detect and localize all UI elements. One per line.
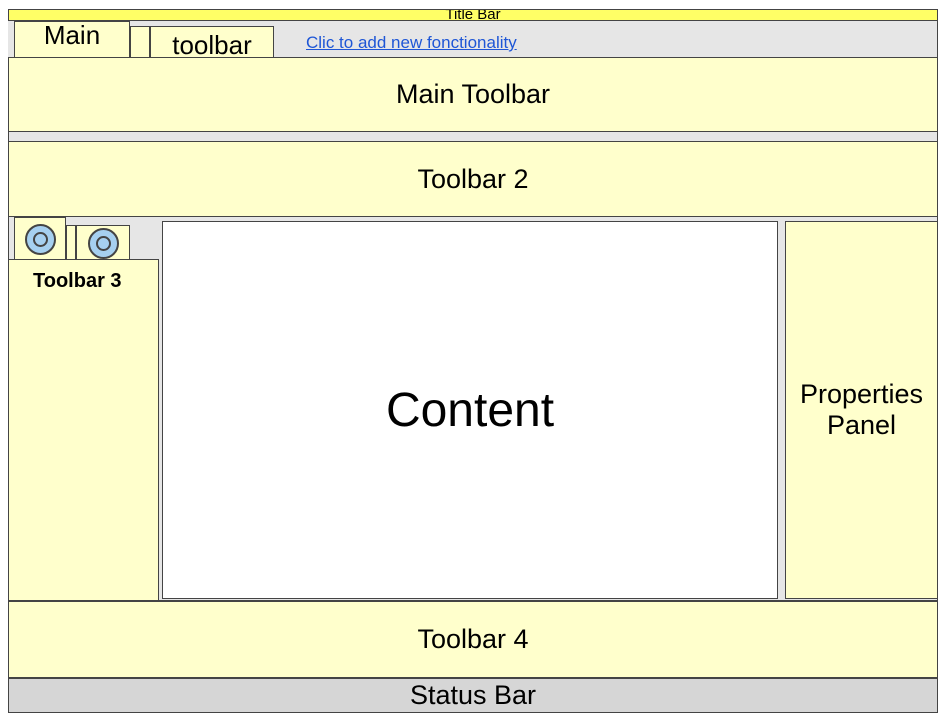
circle-icon	[87, 227, 119, 259]
status-bar-label: Status Bar	[409, 680, 537, 710]
title-bar-label: Title Bar	[445, 9, 501, 21]
add-functionality-link[interactable]: Clic to add new fonctionality	[306, 33, 517, 53]
properties-panel-label-line2: Panel	[826, 410, 897, 440]
properties-panel-label-line1: Properties	[799, 379, 924, 409]
content-label: Content	[385, 383, 555, 437]
content-area[interactable]: Content	[162, 221, 778, 599]
divider	[8, 132, 938, 141]
main-toolbar-label: Main Toolbar	[395, 79, 551, 109]
status-bar: Status Bar	[8, 678, 938, 713]
main-toolbar: Main Toolbar	[8, 57, 938, 132]
properties-panel: Properties Panel	[785, 221, 938, 599]
tab-toolbar[interactable]: toolbar	[150, 26, 274, 58]
toolbar-3-label: Toolbar 3	[33, 270, 122, 292]
toolbar-3: Toolbar 3	[8, 259, 159, 601]
toolbar-3-tab-1[interactable]	[14, 217, 66, 260]
toolbar-2: Toolbar 2	[8, 141, 938, 217]
toolbar-2-label: Toolbar 2	[417, 163, 529, 194]
title-bar: Title Bar	[8, 9, 938, 21]
circle-icon	[24, 223, 56, 255]
toolbar-4: Toolbar 4	[8, 601, 938, 678]
tab-main[interactable]: Main	[14, 21, 130, 58]
tab-divider	[130, 26, 150, 58]
toolbar-3-tab-2[interactable]	[76, 225, 130, 260]
toolbar-4-label: Toolbar 4	[417, 624, 529, 654]
toolbar-3-tab-divider	[66, 225, 76, 260]
